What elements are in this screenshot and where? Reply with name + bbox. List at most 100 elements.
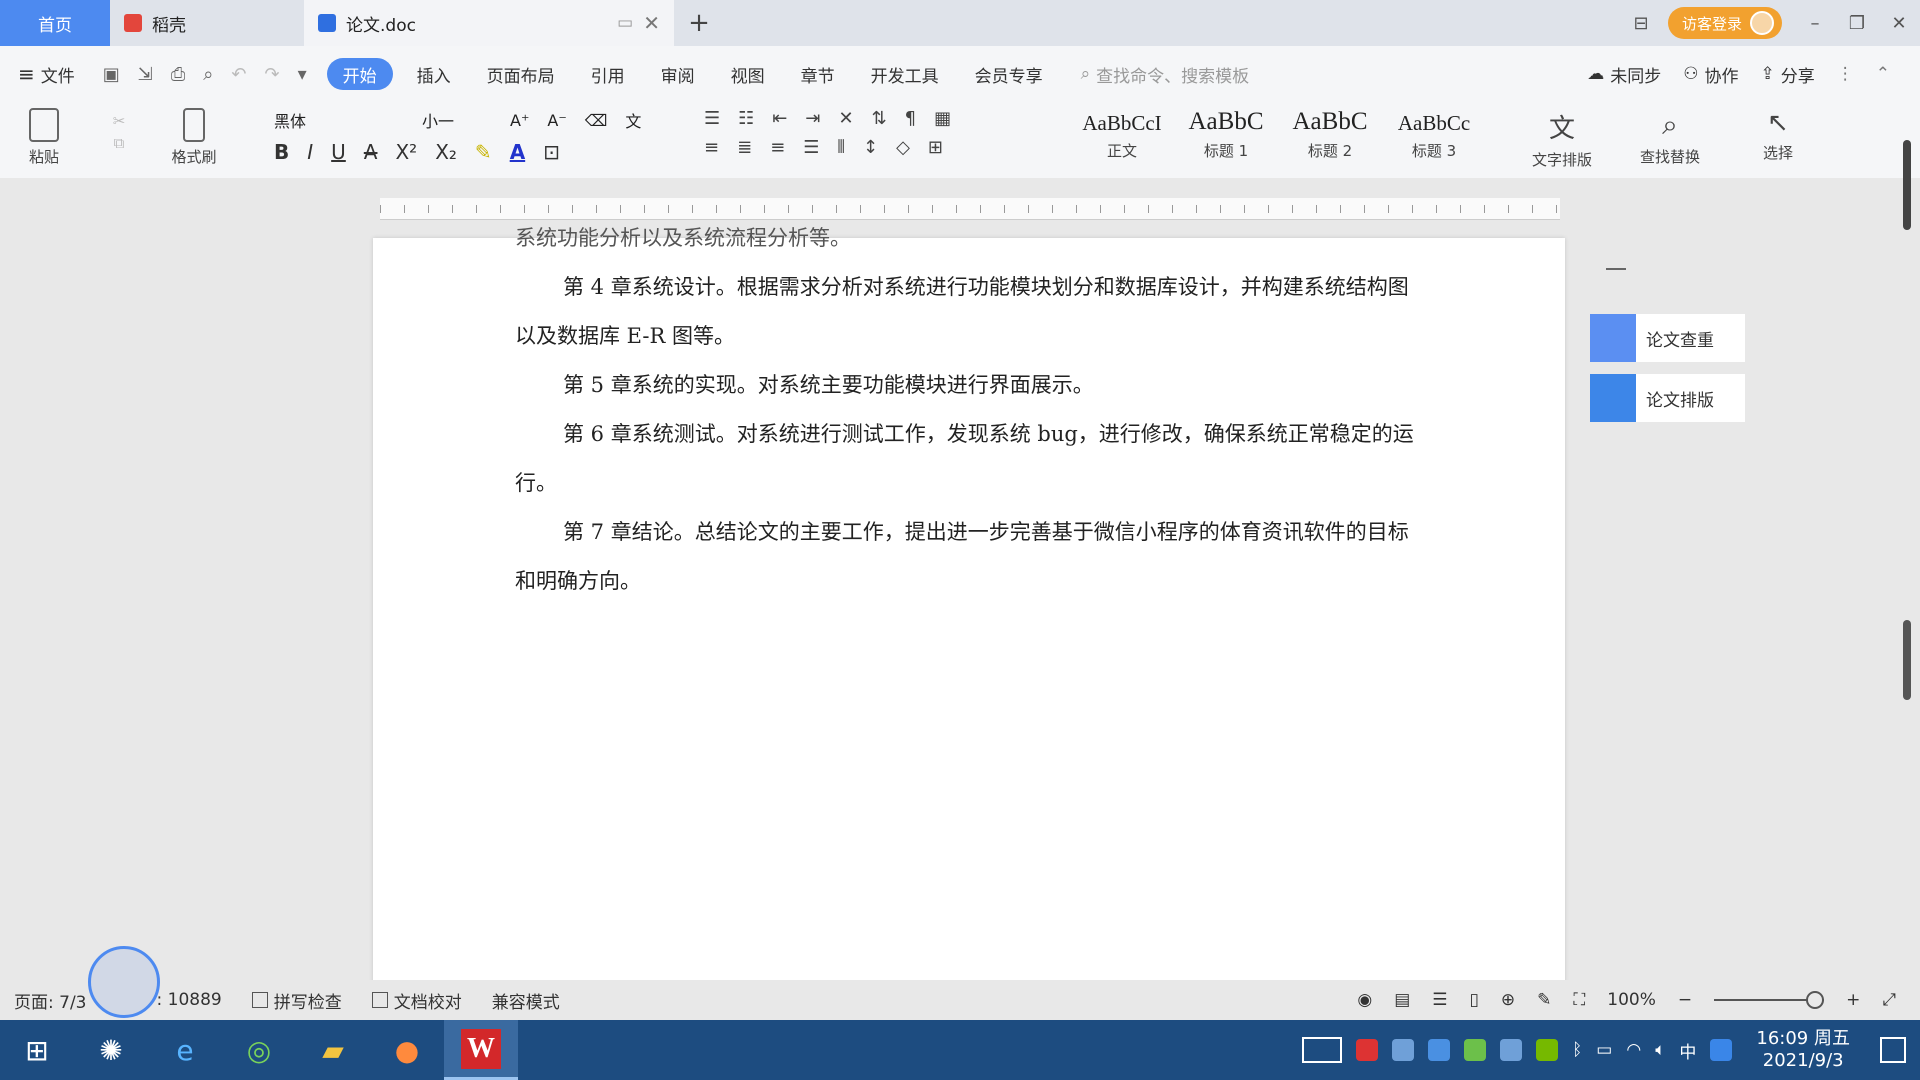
tray-360-icon[interactable] (1464, 1039, 1487, 1061)
paper-layout-button[interactable]: 论文排版 (1590, 374, 1745, 422)
paragraph[interactable]: 第 4 章系统设计。根据需求分析对系统进行功能模块划分和数据库设计，并构建系统结… (515, 263, 1423, 361)
tab-home[interactable]: 首页 (0, 0, 110, 46)
battery-icon[interactable]: ▭ (1596, 1040, 1612, 1060)
style-heading-1[interactable]: AaBbC 标题 1 (1178, 108, 1274, 161)
distribute-icon[interactable]: ⫴ (837, 137, 845, 158)
subscript-icon[interactable]: X₂ (435, 140, 457, 164)
spell-check-toggle[interactable]: 拼写检查 (251, 988, 342, 1013)
tab-references[interactable]: 引用 (573, 58, 643, 90)
redo-icon[interactable]: ↷ (264, 64, 279, 85)
align-left-icon[interactable]: ≡ (704, 137, 719, 158)
font-name-select[interactable]: 黑体 (274, 108, 404, 132)
numbered-list-icon[interactable]: ☷ (738, 108, 754, 129)
undo-icon[interactable]: ↶ (231, 64, 246, 85)
share-button[interactable]: ⇪ 分享 (1761, 58, 1815, 90)
page-indicator[interactable]: 页面: 7/3 (14, 988, 87, 1013)
tab-insert[interactable]: 插入 (399, 58, 469, 90)
increase-indent-icon[interactable]: ⇥ (805, 108, 820, 129)
browser-360-icon[interactable]: ◎ (222, 1020, 296, 1080)
find-replace-button[interactable]: ⌕ 查找替换 (1630, 108, 1710, 170)
floating-assistant-icon[interactable] (88, 946, 160, 1018)
format-painter-button[interactable]: 格式刷 (154, 108, 234, 167)
fullscreen-icon[interactable]: ⤢ (1882, 990, 1896, 1010)
close-window-icon[interactable]: ✕ (1878, 0, 1920, 46)
zoom-level[interactable]: 100% (1607, 990, 1656, 1010)
monitor-icon[interactable]: ▭ (617, 13, 633, 33)
page-view-icon[interactable]: ▤ (1394, 990, 1410, 1010)
word-count[interactable]: : 10889 (157, 990, 222, 1010)
doc-proof-button[interactable]: 文档校对 (371, 988, 462, 1013)
tray-cloud-icon[interactable] (1500, 1039, 1523, 1061)
cut-icon[interactable]: ✂ (113, 112, 126, 130)
windows-start-icon[interactable]: ⊞ (0, 1020, 74, 1080)
bullet-list-icon[interactable]: ☰ (704, 108, 720, 129)
zoom-in-icon[interactable]: + (1846, 990, 1860, 1010)
tab-chapter[interactable]: 章节 (783, 58, 853, 90)
file-explorer-icon[interactable]: ▰ (296, 1020, 370, 1080)
tab-document[interactable]: 论文.doc ▭ ✕ (304, 0, 674, 46)
more-icon[interactable]: ⋮ (1837, 64, 1854, 84)
panel-collapse-icon[interactable] (1606, 268, 1626, 288)
char-border-icon[interactable]: ⊡ (543, 140, 560, 164)
paragraph[interactable]: 第 7 章结论。总结论文的主要工作，提出进一步完善基于微信小程序的体育资讯软件的… (515, 508, 1423, 606)
tray-network-app-icon[interactable] (1392, 1039, 1415, 1061)
bold-icon[interactable]: B (274, 140, 289, 164)
font-color-icon[interactable]: A (510, 140, 525, 164)
style-normal[interactable]: AaBbCcI 正文 (1074, 108, 1170, 161)
highlight-icon[interactable]: ✎ (475, 140, 492, 164)
tray-app-icon[interactable] (1356, 1039, 1379, 1061)
reading-view-icon[interactable]: ▯ (1470, 990, 1479, 1010)
italic-icon[interactable]: I (307, 140, 313, 164)
clock[interactable]: 16:09 周五 2021/9/3 (1756, 1028, 1850, 1072)
volume-icon[interactable]: 🔈︎ (1655, 1040, 1665, 1060)
copy-icon[interactable]: ⧉ (114, 134, 125, 152)
cpu-monitor-icon[interactable] (1302, 1037, 1343, 1063)
outline-view-icon[interactable]: ☰ (1432, 990, 1447, 1010)
document-body[interactable]: 系统功能分析以及系统流程分析等。第 4 章系统设计。根据需求分析对系统进行功能模… (515, 226, 1423, 606)
align-center-icon[interactable]: ≣ (737, 137, 752, 158)
paragraph[interactable]: 系统功能分析以及系统流程分析等。 (515, 214, 1423, 263)
select-button[interactable]: ↖ 选择 (1738, 108, 1818, 170)
grow-font-icon[interactable]: A⁺ (510, 111, 529, 130)
vertical-scrollbar[interactable] (1900, 140, 1914, 1000)
sync-button[interactable]: ☁ 未同步 (1587, 58, 1661, 90)
tab-member[interactable]: 会员专享 (957, 58, 1061, 90)
paper-check-button[interactable]: 论文查重 (1590, 314, 1745, 362)
app-spiral-icon[interactable]: ✺ (74, 1020, 148, 1080)
scrollbar-thumb[interactable] (1903, 620, 1911, 700)
clear-format-icon[interactable]: ⌫ (585, 111, 608, 130)
notification-icon[interactable] (1880, 1037, 1906, 1063)
collapse-ribbon-icon[interactable]: ⌃ (1876, 64, 1890, 84)
zoom-slider-knob[interactable] (1806, 991, 1825, 1009)
window-layout-icon[interactable]: ⊟ (1620, 0, 1662, 46)
bluetooth-icon[interactable]: ᛒ (1572, 1040, 1582, 1060)
style-heading-2[interactable]: AaBbC 标题 2 (1282, 108, 1378, 161)
close-tab-icon[interactable]: ✕ (643, 11, 660, 35)
write-mode-icon[interactable]: ✎ (1537, 990, 1551, 1010)
ie-browser-icon[interactable]: e (148, 1020, 222, 1080)
tray-search-icon[interactable] (1710, 1039, 1733, 1061)
shrink-font-icon[interactable]: A⁻ (547, 111, 566, 130)
chinese-layout-icon[interactable]: ✕ (838, 108, 853, 129)
shield-icon[interactable] (1428, 1039, 1451, 1061)
tab-developer[interactable]: 开发工具 (853, 58, 957, 90)
sort-icon[interactable]: ⇅ (872, 108, 887, 129)
scrollbar-top-thumb[interactable] (1903, 140, 1911, 230)
underline-icon[interactable]: U (331, 140, 346, 164)
shading-icon[interactable]: ◇ (896, 137, 910, 158)
wifi-icon[interactable]: ◠ (1626, 1040, 1641, 1060)
print-preview-icon[interactable]: ⌕ (203, 64, 213, 85)
font-size-select[interactable]: 小一 (422, 108, 492, 132)
ime-indicator[interactable]: 中 (1679, 1038, 1696, 1063)
line-spacing-icon[interactable]: ↕ (863, 137, 878, 158)
wps-writer-taskbar[interactable]: W (444, 1020, 518, 1080)
align-right-icon[interactable]: ≡ (770, 137, 785, 158)
file-menu[interactable]: ≡ 文件 (0, 58, 93, 90)
phonetic-icon[interactable]: 文 (625, 108, 641, 132)
show-marks-icon[interactable]: ¶ (905, 108, 916, 129)
restore-icon[interactable]: ❐ (1836, 0, 1878, 46)
new-tab-button[interactable]: + (674, 0, 724, 46)
guest-login-button[interactable]: 访客登录 (1667, 7, 1782, 39)
paste-button[interactable]: 粘贴 (4, 108, 84, 167)
fit-page-icon[interactable]: ⛶ (1573, 990, 1585, 1010)
